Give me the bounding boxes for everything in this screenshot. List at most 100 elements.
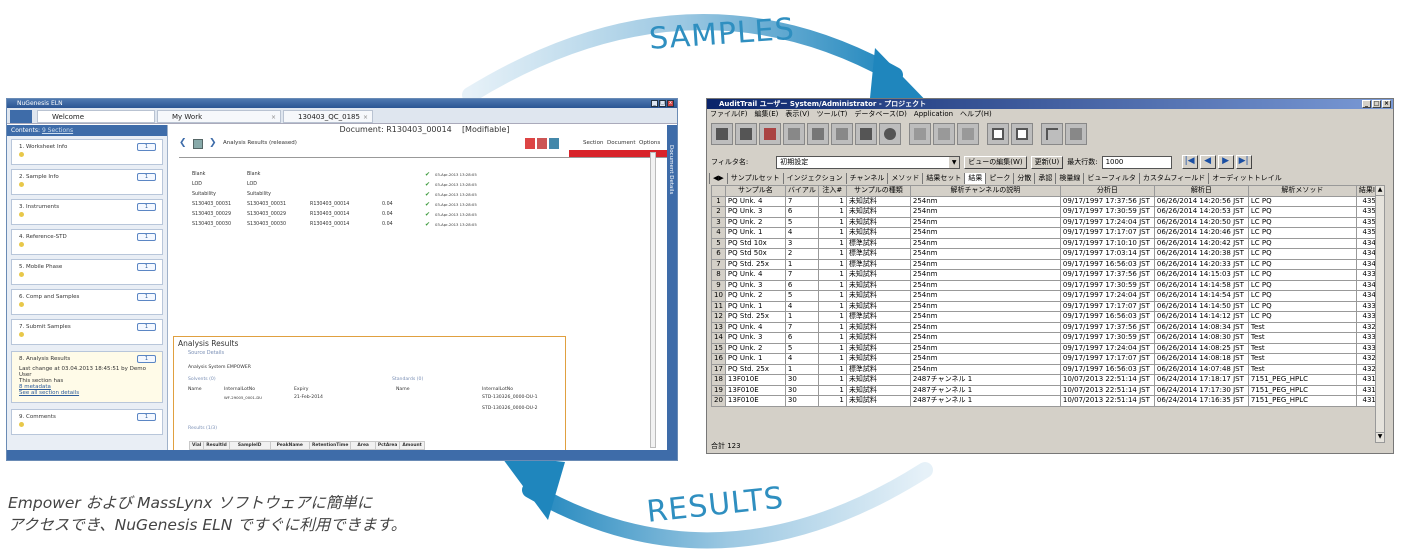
print-icon[interactable] — [537, 138, 547, 149]
prev-page-icon[interactable]: ◀ — [1199, 155, 1216, 169]
toolbar-bars-icon[interactable] — [855, 123, 877, 145]
toolbar-grid2-icon[interactable] — [735, 123, 757, 145]
section-menu[interactable]: Section — [583, 140, 603, 146]
save-icon[interactable] — [549, 138, 559, 149]
section-count-badge[interactable]: 1 — [137, 203, 156, 211]
app-menu-button[interactable] — [10, 110, 32, 123]
tab-2[interactable]: チャンネル — [845, 173, 888, 184]
results-col-header[interactable]: ResultId — [203, 441, 230, 450]
table-row[interactable]: 13 PQ Unk. 4 7 1 未知試料 254nm 09/17/1997 17:37:5… — [711, 321, 1384, 333]
table-row[interactable]: 19 13F010E 30 1 未知試料 2487チャンネル 1 10/07/2013 22… — [711, 384, 1384, 396]
sidebar-section[interactable]: 2. Sample Info 1 — [11, 169, 163, 195]
edit-icon[interactable] — [193, 139, 203, 149]
table-row[interactable]: 1 PQ Unk. 4 7 1 未知試料 254nm 09/17/1997 17:37:56… — [711, 195, 1384, 207]
toolbar-grid-icon[interactable] — [711, 123, 733, 145]
toolbar-frame-icon[interactable] — [1041, 123, 1063, 145]
grid-col-header[interactable]: 注入# — [817, 185, 847, 197]
table-row[interactable]: 10 PQ Unk. 2 5 1 未知試料 254nm 09/17/1997 17:24:0… — [711, 290, 1384, 302]
grid-col-header[interactable]: 分析日 — [1059, 185, 1155, 197]
update-button[interactable]: 更新(U) — [1030, 155, 1064, 169]
results-col-header[interactable]: RetentionTime — [308, 441, 352, 450]
menu-item[interactable]: Application — [914, 109, 953, 120]
table-row[interactable]: 6 PQ Std 50x 2 1 標準試料 254nm 09/17/1997 17:03:1… — [711, 248, 1384, 260]
forward-arrow-icon[interactable]: ❯ — [209, 138, 217, 148]
results-col-header[interactable]: PeakName — [269, 441, 310, 450]
table-row[interactable]: 3 PQ Unk. 2 5 1 未知試料 254nm 09/17/1997 17:24:04… — [711, 216, 1384, 228]
section-count-badge[interactable]: 1 — [137, 233, 156, 241]
table-row[interactable]: 18 13F010E 30 1 未知試料 2487チャンネル 1 10/07/2013 22… — [711, 374, 1384, 386]
tab-scroll-arrows[interactable]: ◀▶ — [709, 173, 727, 184]
table-row[interactable]: 20 13F010E 30 1 未知試料 2487チャンネル 1 10/07/2013 22… — [711, 395, 1384, 407]
close-icon[interactable]: × — [1382, 100, 1391, 108]
table-row[interactable]: 5 PQ Std 10x 3 1 標準試料 254nm 09/17/1997 17:10:1… — [711, 237, 1384, 249]
close-tab-icon[interactable]: × — [363, 111, 368, 124]
tab-welcome[interactable]: Welcome — [37, 110, 155, 123]
section-details-link[interactable]: See all section details — [19, 390, 158, 396]
tab-5[interactable]: 結果 — [964, 173, 986, 184]
toolbar-box1-icon[interactable] — [987, 123, 1009, 145]
grid-col-header[interactable]: サンプルの種類 — [845, 185, 911, 197]
scroll-down-icon[interactable]: ▼ — [1376, 432, 1384, 442]
tab-3[interactable]: メソッド — [887, 173, 922, 184]
results-col-header[interactable]: SampleID — [228, 441, 271, 450]
table-row[interactable]: 8 PQ Unk. 4 7 1 未知試料 254nm 09/17/1997 17:37:56… — [711, 269, 1384, 281]
tab-6[interactable]: ピーク — [985, 173, 1013, 184]
pdf-icon[interactable] — [525, 138, 535, 149]
tab-11[interactable]: カスタムフィールド — [1138, 173, 1208, 184]
table-row[interactable]: 12 PQ Std. 25x 1 1 標準試料 254nm 09/17/1997 16:56… — [711, 311, 1384, 323]
section-count-badge[interactable]: 1 — [137, 323, 156, 331]
grid-col-header[interactable]: 解析日 — [1153, 185, 1249, 197]
results-col-header[interactable]: Amount — [399, 441, 425, 450]
section-count-badge[interactable]: 1 — [137, 413, 156, 421]
chevron-down-icon[interactable]: ▼ — [949, 156, 960, 168]
tab-1[interactable]: インジェクション — [782, 173, 846, 184]
close-tab-icon[interactable]: × — [271, 111, 276, 124]
tab-7[interactable]: 分散 — [1013, 173, 1034, 184]
last-page-icon[interactable]: ▶| — [1235, 155, 1252, 169]
tab-8[interactable]: 承認 — [1034, 173, 1055, 184]
results-col-header[interactable]: Vial — [188, 441, 205, 450]
grid-col-header[interactable]: 解析チャンネルの説明 — [909, 185, 1061, 197]
sidebar-section[interactable]: 9. Comments 1 — [11, 409, 163, 435]
grid-col-header[interactable]: サンプル名 — [724, 185, 786, 197]
section-count-badge[interactable]: 1 — [137, 143, 156, 151]
maximize-icon[interactable]: □ — [659, 100, 666, 107]
next-page-icon[interactable]: ▶ — [1217, 155, 1234, 169]
sidebar-section[interactable]: 5. Mobile Phase 1 — [11, 259, 163, 285]
maximize-icon[interactable]: □ — [1372, 100, 1381, 108]
table-row[interactable]: 16 PQ Unk. 1 4 1 未知試料 254nm 09/17/1997 17:17:0… — [711, 353, 1384, 365]
menu-item[interactable]: ファイル(F) — [710, 109, 748, 120]
max-rows-input[interactable]: 1000 — [1101, 155, 1172, 169]
tab-0[interactable]: サンプルセット — [726, 173, 783, 184]
section-count-badge[interactable]: 1 — [137, 263, 156, 271]
grid-scrollbar[interactable]: ▲ ▼ — [1375, 185, 1385, 443]
tab-9[interactable]: 検量線 — [1055, 173, 1083, 184]
sidebar-section[interactable]: 7. Submit Samples 1 — [11, 319, 163, 345]
menu-item[interactable]: ヘルプ(H) — [960, 109, 992, 120]
sidebar-section[interactable]: 3. Instruments 1 — [11, 199, 163, 225]
results-col-header[interactable]: PctArea — [374, 441, 401, 450]
toolbar-table-icon[interactable] — [831, 123, 853, 145]
tab-12[interactable]: オーディットトレイル — [1208, 173, 1285, 184]
sidebar-section[interactable]: 8. Analysis Results 1 Last change at 03.04… — [11, 351, 163, 403]
toolbar-gray-icon[interactable] — [1065, 123, 1087, 145]
document-details-rail[interactable]: Document Details — [667, 125, 677, 451]
table-row[interactable]: 14 PQ Unk. 3 6 1 未知試料 254nm 09/17/1997 17:30:5… — [711, 332, 1384, 344]
grid-col-header[interactable]: バイアル — [784, 185, 819, 197]
content-scrollbar[interactable] — [650, 152, 656, 448]
table-row[interactable]: 4 PQ Unk. 1 4 1 未知試料 254nm 09/17/1997 17:17:07… — [711, 227, 1384, 239]
menu-item[interactable]: データベース(D) — [854, 109, 907, 120]
sidebar-section[interactable]: 4. Reference-STD 1 — [11, 229, 163, 255]
toolbar-box2-icon[interactable] — [1011, 123, 1033, 145]
table-row[interactable]: 9 PQ Unk. 3 6 1 未知試料 254nm 09/17/1997 17:30:59… — [711, 279, 1384, 291]
document-menu[interactable]: Document — [607, 140, 636, 146]
options-menu[interactable]: Options — [639, 140, 660, 146]
results-col-header[interactable]: Area — [350, 441, 376, 450]
toolbar-copy-icon[interactable] — [909, 123, 931, 145]
table-row[interactable]: 7 PQ Std. 25x 1 1 標準試料 254nm 09/17/1997 16:56:… — [711, 258, 1384, 270]
filter-select[interactable]: 初期設定 ▼ — [776, 155, 961, 169]
back-arrow-icon[interactable]: ❮ — [179, 138, 187, 148]
menu-item[interactable]: 表示(V) — [785, 109, 809, 120]
menu-item[interactable]: ツール(T) — [817, 109, 848, 120]
table-row[interactable]: 2 PQ Unk. 3 6 1 未知試料 254nm 09/17/1997 17:30:59… — [711, 206, 1384, 218]
